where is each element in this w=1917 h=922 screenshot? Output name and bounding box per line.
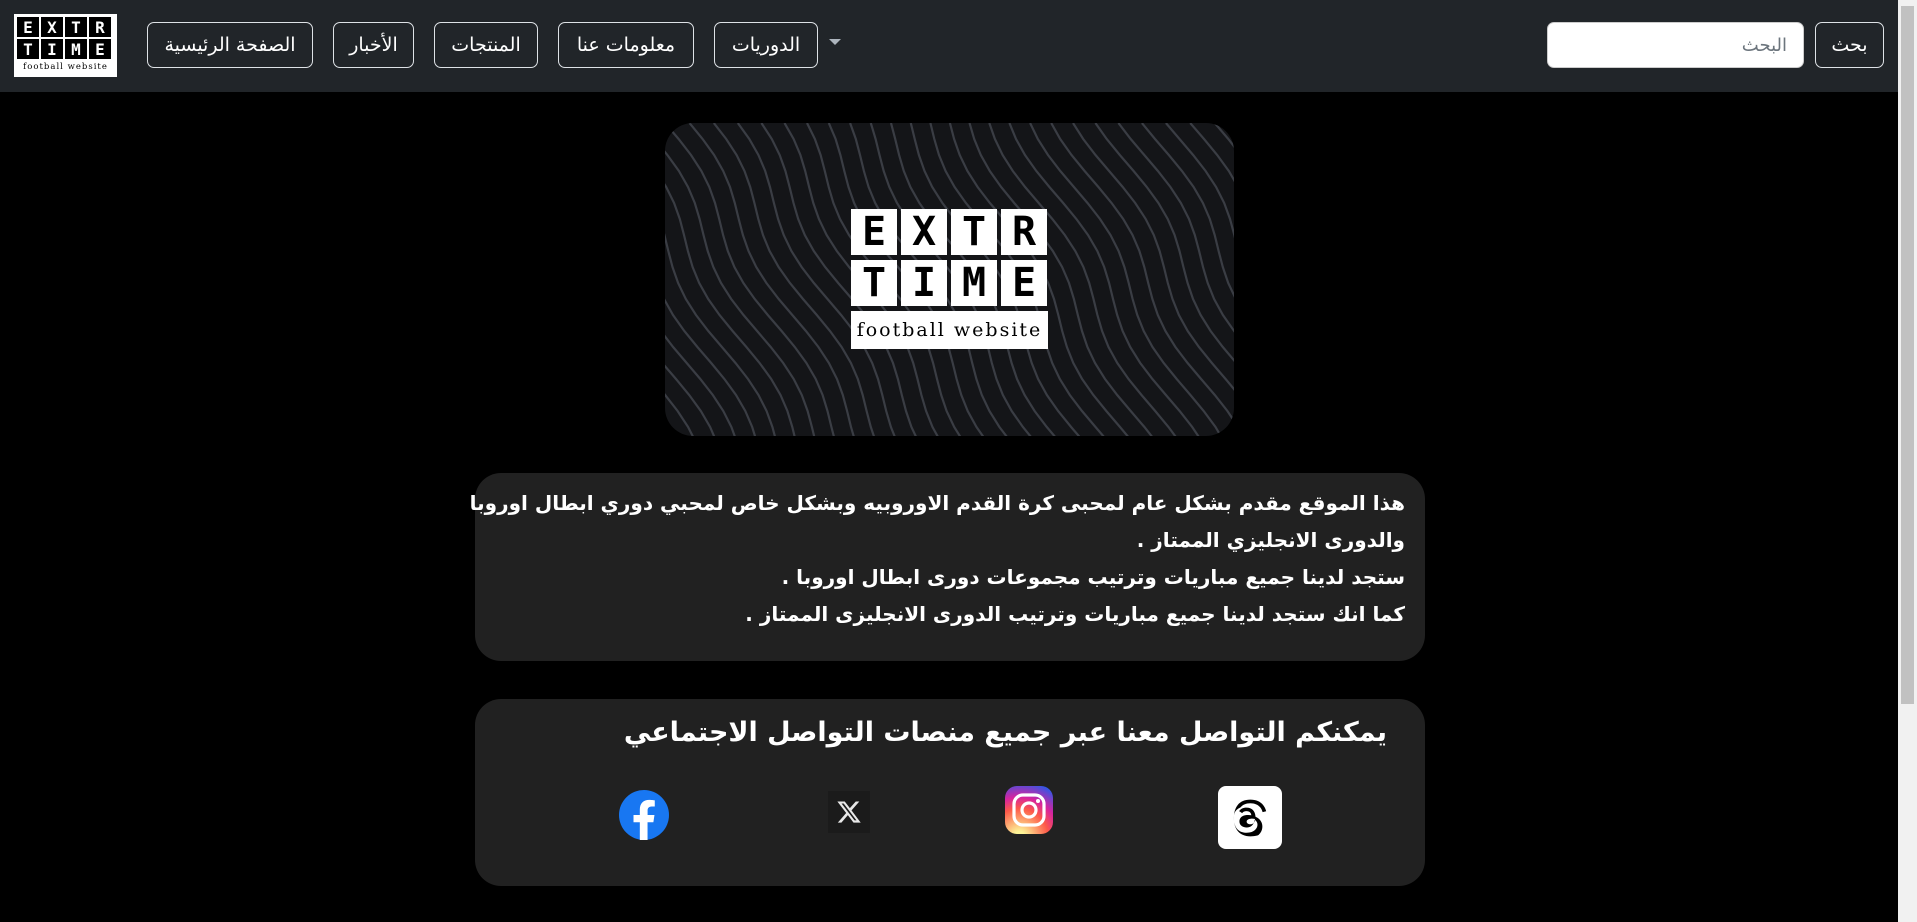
about-text-line: هذا الموقع مقدم بشكل عام لمحبى كرة القدم… bbox=[469, 491, 1405, 515]
hero-logo-letter: R bbox=[1001, 209, 1047, 255]
hero-logo-letter: T bbox=[951, 209, 997, 255]
about-text-line: والدورى الانجليزي الممتاز . bbox=[1136, 528, 1405, 552]
caret-down-icon[interactable] bbox=[829, 39, 841, 45]
nav-news-button[interactable]: الأخبار bbox=[333, 22, 414, 68]
logo-letter: E bbox=[17, 17, 39, 37]
hero-logo-letter: E bbox=[851, 209, 897, 255]
wave-line bbox=[1094, 123, 1234, 362]
wave-line bbox=[1029, 123, 1223, 436]
facebook-icon[interactable] bbox=[619, 790, 669, 840]
contact-title: يمكنكم التواصل معنا عبر جميع منصات التوا… bbox=[623, 717, 1387, 748]
hero-logo-letter: T bbox=[851, 260, 897, 306]
nav-about-button[interactable]: معلومات عنا bbox=[558, 22, 694, 68]
logo-letter: I bbox=[41, 39, 63, 59]
threads-icon[interactable] bbox=[1218, 786, 1282, 849]
wave-line bbox=[665, 233, 776, 436]
x-icon[interactable] bbox=[828, 791, 870, 833]
hero-logo-letter: X bbox=[901, 209, 947, 255]
hero-banner: E X T R T I M E football website bbox=[665, 123, 1234, 436]
hero-logo-letter: I bbox=[901, 260, 947, 306]
nav-home-button[interactable]: الصفحة الرئيسية bbox=[147, 22, 313, 68]
logo-subtitle: football website bbox=[23, 62, 108, 72]
logo-letter: E bbox=[89, 39, 111, 59]
logo-letter: R bbox=[89, 17, 111, 37]
scrollbar[interactable] bbox=[1898, 0, 1917, 922]
about-text-line: كما انك ستجد لدينا جميع مباريات وترتيب ا… bbox=[745, 602, 1405, 626]
logo-letter: M bbox=[65, 39, 87, 59]
wave-line bbox=[688, 123, 855, 436]
about-text-line: ستجد لدينا جميع مباريات وترتيب مجموعات د… bbox=[781, 565, 1405, 589]
wave-line bbox=[665, 424, 673, 436]
search-input[interactable] bbox=[1547, 22, 1804, 68]
wave-line bbox=[1165, 123, 1234, 239]
scrollbar-thumb[interactable] bbox=[1901, 6, 1914, 704]
logo-letter: X bbox=[41, 17, 63, 37]
hero-logo-subtitle: football website bbox=[851, 311, 1048, 349]
nav-products-button[interactable]: المنتجات bbox=[434, 22, 538, 68]
wave-line bbox=[1213, 123, 1234, 149]
instagram-icon[interactable] bbox=[1005, 786, 1053, 834]
logo-letter: T bbox=[17, 39, 39, 59]
contact-card: يمكنكم التواصل معنا عبر جميع منصات التوا… bbox=[475, 699, 1425, 886]
logo-letter: T bbox=[65, 17, 87, 37]
navbar: E X T R T I M E football website الصفحة … bbox=[0, 0, 1898, 92]
hero-logo-letter: E bbox=[1001, 260, 1047, 306]
search-button[interactable]: بحث bbox=[1815, 22, 1884, 68]
nav-leagues-button[interactable]: الدوريات bbox=[714, 22, 818, 68]
hero-logo: E X T R T I M E football website bbox=[851, 209, 1048, 355]
site-logo[interactable]: E X T R T I M E football website bbox=[14, 14, 117, 77]
about-card: هذا الموقع مقدم بشكل عام لمحبى كرة القدم… bbox=[469, 473, 1425, 661]
wave-line bbox=[665, 393, 694, 436]
hero-logo-letter: M bbox=[951, 260, 997, 306]
